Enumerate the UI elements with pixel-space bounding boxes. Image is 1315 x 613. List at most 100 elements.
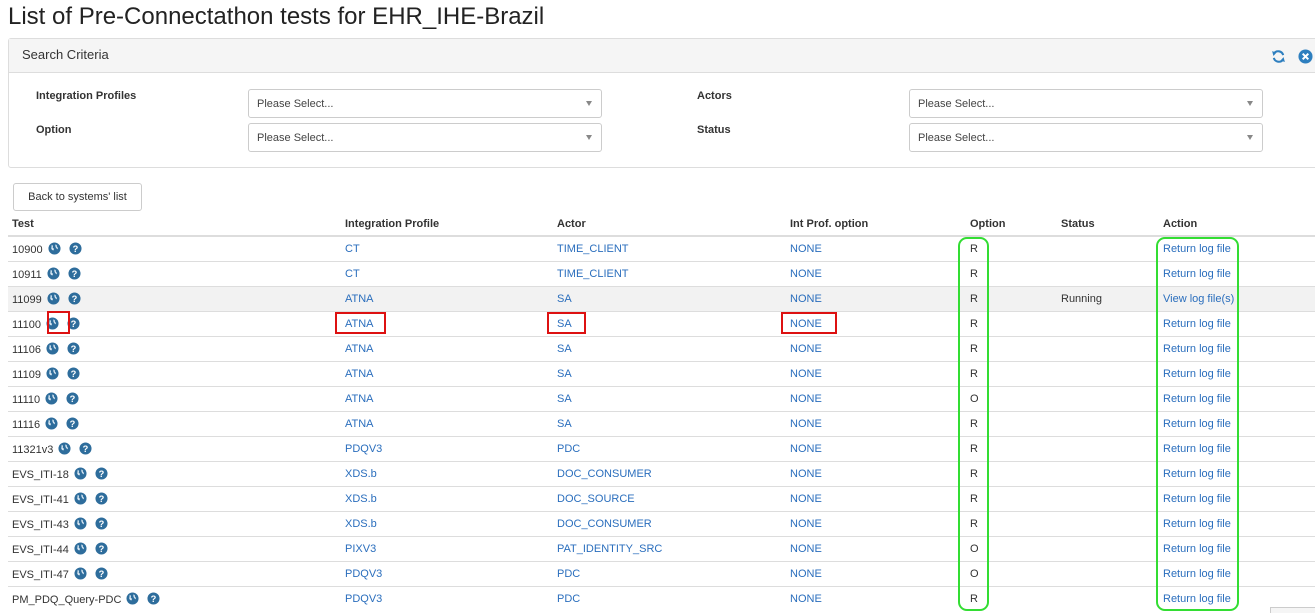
action-link[interactable]: Return log file (1163, 318, 1231, 330)
action-link[interactable]: Return log file (1163, 243, 1231, 255)
int-prof-option-link[interactable]: NONE (790, 368, 822, 380)
int-prof-option-link[interactable]: NONE (790, 518, 822, 530)
help-icon[interactable]: ? (68, 267, 81, 280)
int-prof-option-link[interactable]: NONE (790, 593, 822, 605)
actor-link[interactable]: PDC (557, 568, 580, 580)
action-link[interactable]: Return log file (1163, 518, 1231, 530)
int-prof-option-link[interactable]: NONE (790, 443, 822, 455)
actor-link[interactable]: TIME_CLIENT (557, 268, 629, 280)
int-prof-option-link[interactable]: NONE (790, 293, 822, 305)
integration-profile-link[interactable]: XDS.b (345, 493, 377, 505)
integration-profile-link[interactable]: PDQV3 (345, 593, 382, 605)
action-link[interactable]: Return log file (1163, 468, 1231, 480)
globe-icon[interactable] (46, 342, 59, 355)
help-icon[interactable]: ? (95, 542, 108, 555)
actor-link[interactable]: TIME_CLIENT (557, 243, 629, 255)
help-icon[interactable]: ? (79, 442, 92, 455)
column-header-test[interactable]: Test (8, 212, 341, 237)
help-icon[interactable]: ? (95, 517, 108, 530)
column-header-option[interactable]: Option (966, 212, 1057, 237)
actor-link[interactable]: SA (557, 418, 572, 430)
integration-profile-link[interactable]: PDQV3 (345, 568, 382, 580)
action-link[interactable]: View log file(s) (1163, 293, 1234, 305)
help-icon[interactable]: ? (69, 242, 82, 255)
actors-select[interactable]: Please Select... (909, 89, 1263, 118)
int-prof-option-link[interactable]: NONE (790, 568, 822, 580)
help-icon[interactable]: ? (66, 417, 79, 430)
int-prof-option-link[interactable]: NONE (790, 543, 822, 555)
globe-icon[interactable] (45, 417, 58, 430)
help-icon[interactable]: ? (68, 292, 81, 305)
help-icon[interactable]: ? (95, 492, 108, 505)
action-link[interactable]: Return log file (1163, 343, 1231, 355)
actor-link[interactable]: DOC_SOURCE (557, 493, 635, 505)
int-prof-option-link[interactable]: NONE (790, 493, 822, 505)
integration-profile-link[interactable]: ATNA (345, 418, 374, 430)
integration-profile-link[interactable]: XDS.b (345, 468, 377, 480)
action-link[interactable]: Return log file (1163, 268, 1231, 280)
globe-icon[interactable] (126, 592, 139, 605)
scrollbar[interactable] (1270, 607, 1315, 613)
help-icon[interactable]: ? (67, 317, 80, 330)
integration-profile-link[interactable]: ATNA (345, 368, 374, 380)
action-link[interactable]: Return log file (1163, 568, 1231, 580)
action-link[interactable]: Return log file (1163, 418, 1231, 430)
actor-link[interactable]: DOC_CONSUMER (557, 518, 652, 530)
status-select[interactable]: Please Select... (909, 123, 1263, 152)
help-icon[interactable]: ? (95, 567, 108, 580)
actor-link[interactable]: PDC (557, 443, 580, 455)
int-prof-option-link[interactable]: NONE (790, 418, 822, 430)
int-prof-option-link[interactable]: NONE (790, 393, 822, 405)
action-link[interactable]: Return log file (1163, 543, 1231, 555)
globe-icon[interactable] (46, 367, 59, 380)
actor-link[interactable]: SA (557, 318, 572, 330)
column-header-actor[interactable]: Actor (553, 212, 786, 237)
integration-profile-link[interactable]: ATNA (345, 393, 374, 405)
globe-icon[interactable] (74, 517, 87, 530)
action-link[interactable]: Return log file (1163, 593, 1231, 605)
action-link[interactable]: Return log file (1163, 493, 1231, 505)
help-icon[interactable]: ? (95, 467, 108, 480)
int-prof-option-link[interactable]: NONE (790, 468, 822, 480)
globe-icon[interactable] (74, 492, 87, 505)
int-prof-option-link[interactable]: NONE (790, 268, 822, 280)
close-icon[interactable] (1298, 49, 1313, 64)
globe-icon[interactable] (74, 467, 87, 480)
action-link[interactable]: Return log file (1163, 393, 1231, 405)
actor-link[interactable]: SA (557, 293, 572, 305)
globe-icon[interactable] (47, 292, 60, 305)
int-prof-option-link[interactable]: NONE (790, 243, 822, 255)
int-prof-option-link[interactable]: NONE (790, 318, 822, 330)
help-icon[interactable]: ? (67, 367, 80, 380)
column-header-status[interactable]: Status (1057, 212, 1159, 237)
globe-icon[interactable] (48, 242, 61, 255)
column-header-action[interactable]: Action (1159, 212, 1315, 237)
back-to-systems-button[interactable]: Back to systems' list (13, 183, 142, 211)
integration-profile-link[interactable]: ATNA (345, 343, 374, 355)
integration-profile-link[interactable]: CT (345, 268, 360, 280)
integration-profile-link[interactable]: ATNA (345, 318, 374, 330)
integration-profile-link[interactable]: CT (345, 243, 360, 255)
column-header-integration-profile[interactable]: Integration Profile (341, 212, 553, 237)
globe-icon[interactable] (46, 317, 59, 330)
actor-link[interactable]: PDC (557, 593, 580, 605)
actor-link[interactable]: PAT_IDENTITY_SRC (557, 543, 662, 555)
actor-link[interactable]: SA (557, 343, 572, 355)
integration-profiles-select[interactable]: Please Select... (248, 89, 602, 118)
globe-icon[interactable] (74, 542, 87, 555)
globe-icon[interactable] (58, 442, 71, 455)
help-icon[interactable]: ? (147, 592, 160, 605)
integration-profile-link[interactable]: PIXV3 (345, 543, 376, 555)
refresh-icon[interactable] (1271, 49, 1286, 64)
actor-link[interactable]: SA (557, 368, 572, 380)
integration-profile-link[interactable]: XDS.b (345, 518, 377, 530)
column-header-int-prof-option[interactable]: Int Prof. option (786, 212, 966, 237)
integration-profile-link[interactable]: ATNA (345, 293, 374, 305)
globe-icon[interactable] (47, 267, 60, 280)
int-prof-option-link[interactable]: NONE (790, 343, 822, 355)
help-icon[interactable]: ? (67, 342, 80, 355)
actor-link[interactable]: DOC_CONSUMER (557, 468, 652, 480)
integration-profile-link[interactable]: PDQV3 (345, 443, 382, 455)
action-link[interactable]: Return log file (1163, 443, 1231, 455)
globe-icon[interactable] (74, 567, 87, 580)
